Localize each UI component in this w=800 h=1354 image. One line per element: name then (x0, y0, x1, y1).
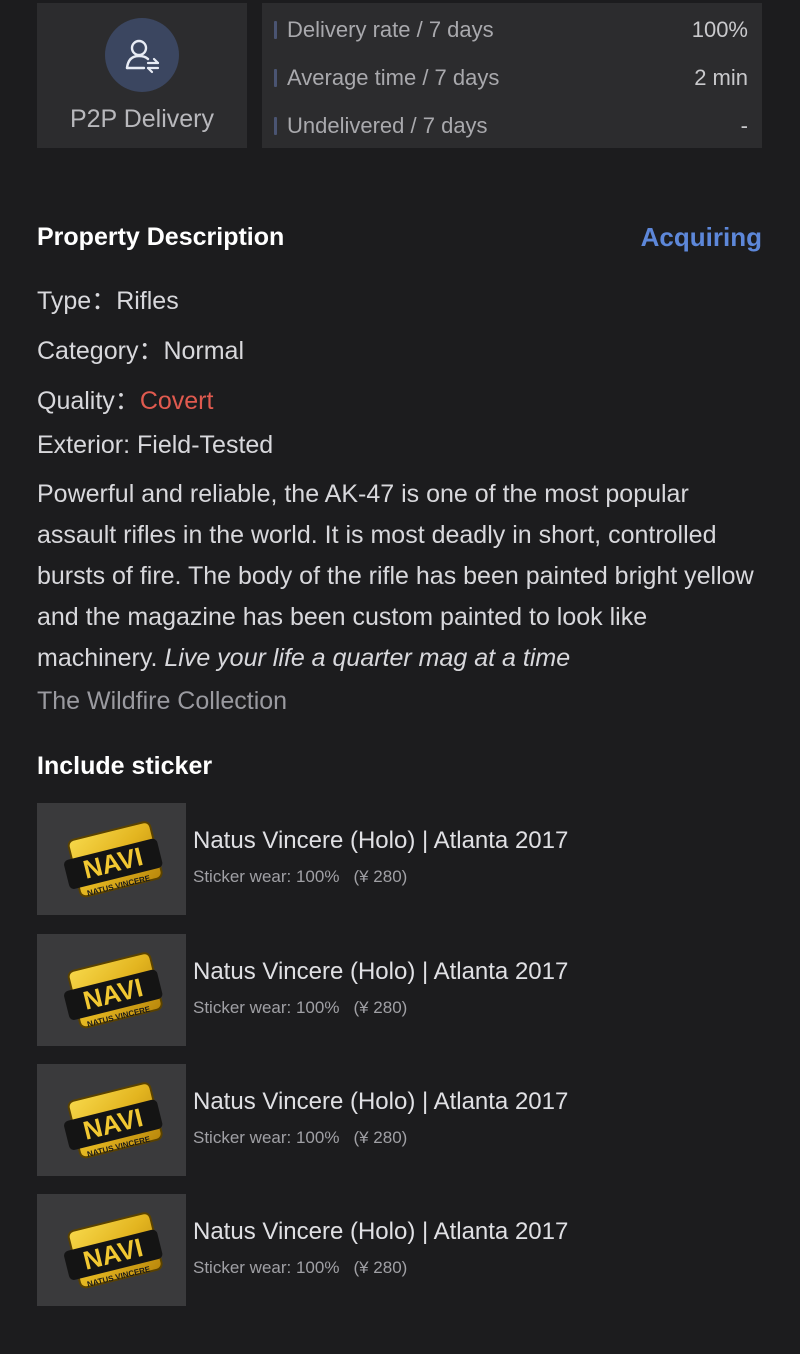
category-label: Category： (37, 337, 164, 365)
stat-delivery-rate: Delivery rate / 7 days 100% (274, 14, 748, 46)
type-value: Rifles (116, 287, 179, 315)
quality-label: Quality： (37, 387, 140, 415)
stat-value: 100% (691, 17, 748, 42)
user-transfer-icon (105, 18, 179, 92)
sticker-wear: Sticker wear: 100% (193, 1128, 340, 1147)
sticker-meta: Sticker wear: 100% (¥ 280) (193, 1258, 407, 1278)
description-quote: Live your life a quarter mag at a time (164, 644, 571, 672)
collection-name[interactable]: The Wildfire Collection (37, 687, 287, 716)
sticker-row[interactable]: NAVI NATUS VINCERE Natus Vincere (Holo) | … (37, 1064, 762, 1176)
navi-sticker-image: NAVI NATUS VINCERE (37, 803, 186, 915)
sticker-price: (¥ 280) (353, 867, 408, 886)
sticker-name: Natus Vincere (Holo) | Atlanta 2017 (193, 958, 569, 985)
category-value: Normal (163, 337, 245, 365)
sticker-meta: Sticker wear: 100% (¥ 280) (193, 867, 407, 887)
stat-value: 2 min (694, 65, 748, 90)
navi-sticker-image: NAVI NATUS VINCERE (37, 1064, 186, 1176)
stat-value: - (740, 113, 748, 138)
quality-value: Covert (139, 387, 214, 415)
stat-undelivered: Undelivered / 7 days - (274, 110, 748, 142)
sticker-name: Natus Vincere (Holo) | Atlanta 2017 (193, 827, 569, 854)
sticker-price: (¥ 280) (353, 1128, 408, 1147)
navi-sticker-image: NAVI NATUS VINCERE (37, 1194, 186, 1306)
item-description: Powerful and reliable, the AK-47 is one … (37, 474, 772, 679)
sticker-wear: Sticker wear: 100% (193, 867, 340, 886)
stat-label: Delivery rate / 7 days (287, 17, 494, 42)
quality-line: Quality：Covert (37, 381, 213, 417)
sticker-row[interactable]: NAVI NATUS VINCERE Natus Vincere (Holo) | … (37, 803, 762, 915)
sticker-name: Natus Vincere (Holo) | Atlanta 2017 (193, 1088, 569, 1115)
stat-bar (274, 117, 277, 135)
p2p-delivery-card[interactable]: P2P Delivery (37, 3, 247, 148)
sticker-row[interactable]: NAVI NATUS VINCERE Natus Vincere (Holo) | … (37, 934, 762, 1046)
stat-bar (274, 21, 277, 39)
type-line: Type：Rifles (37, 281, 179, 317)
sticker-wear: Sticker wear: 100% (193, 1258, 340, 1277)
sticker-price: (¥ 280) (353, 998, 408, 1017)
page: P2P Delivery Delivery rate / 7 days 100%… (0, 0, 800, 1354)
include-sticker-title: Include sticker (37, 752, 213, 780)
stat-label: Undelivered / 7 days (287, 113, 488, 138)
type-label: Type： (37, 287, 117, 315)
delivery-stats-card: Delivery rate / 7 days 100% Average time… (262, 3, 762, 148)
navi-sticker-image: NAVI NATUS VINCERE (37, 934, 186, 1046)
exterior-line: Exterior: Field-Tested (37, 431, 274, 459)
acquiring-link[interactable]: Acquiring (641, 222, 762, 253)
category-line: Category：Normal (37, 331, 244, 367)
delivery-label: P2P Delivery (69, 105, 215, 133)
stat-label: Average time / 7 days (287, 65, 500, 90)
sticker-row[interactable]: NAVI NATUS VINCERE Natus Vincere (Holo) | … (37, 1194, 762, 1306)
sticker-meta: Sticker wear: 100% (¥ 280) (193, 1128, 407, 1148)
stat-average-time: Average time / 7 days 2 min (274, 62, 748, 94)
sticker-wear: Sticker wear: 100% (193, 998, 340, 1017)
sticker-name: Natus Vincere (Holo) | Atlanta 2017 (193, 1218, 569, 1245)
property-description-title: Property Description (37, 223, 285, 251)
sticker-meta: Sticker wear: 100% (¥ 280) (193, 998, 407, 1018)
sticker-price: (¥ 280) (353, 1258, 408, 1277)
stat-bar (274, 69, 277, 87)
